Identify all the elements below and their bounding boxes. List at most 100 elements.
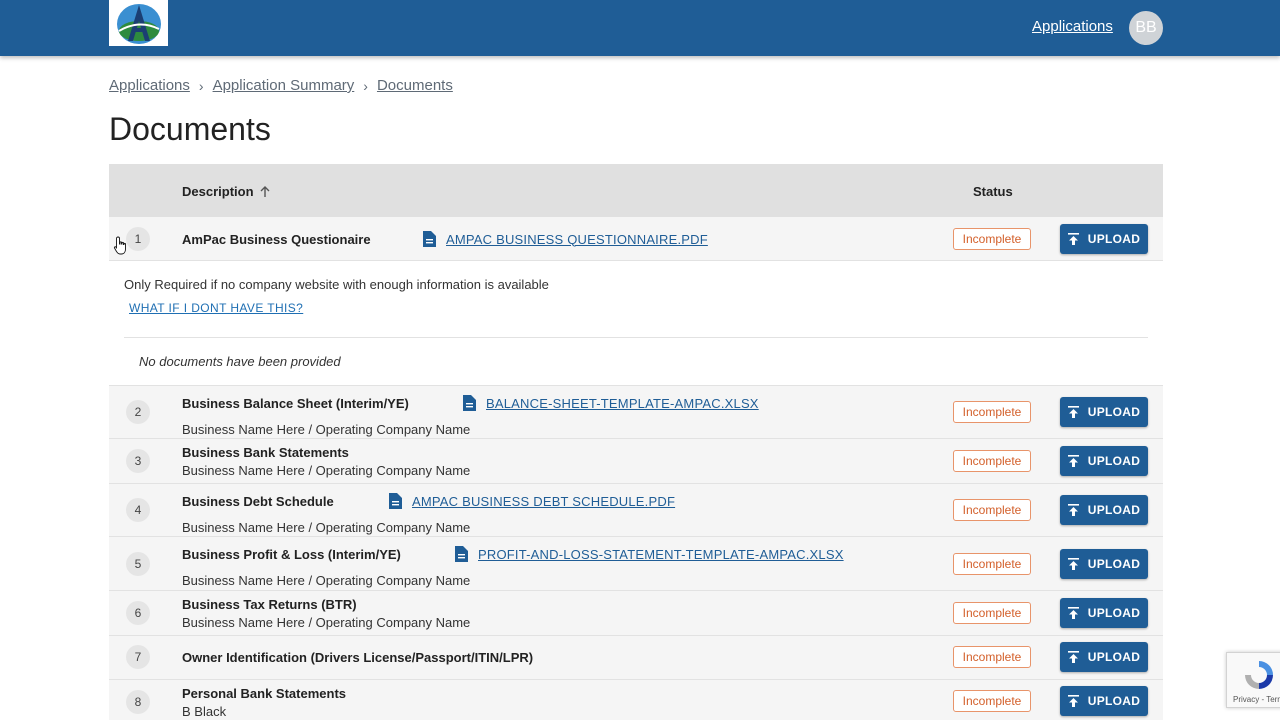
- document-title: Business Tax Returns (BTR): [182, 597, 357, 612]
- status-badge: Incomplete: [953, 553, 1031, 575]
- document-title: Personal Bank Statements: [182, 686, 347, 701]
- upload-icon: [1067, 607, 1079, 619]
- recaptcha-text: Privacy - Terms: [1233, 695, 1280, 704]
- recaptcha-icon: [1245, 661, 1273, 689]
- status-badge: Incomplete: [953, 499, 1031, 521]
- status-badge: Incomplete: [953, 401, 1031, 423]
- document-icon: [454, 546, 468, 562]
- page-title: Documents: [109, 111, 271, 147]
- table-row[interactable]: 4 Business Debt Schedule Business Name H…: [109, 484, 1163, 537]
- template-file-name: AMPAC BUSINESS QUESTIONNAIRE.PDF: [446, 231, 708, 247]
- breadcrumb: Applications › Application Summary › Doc…: [109, 77, 453, 94]
- column-header-description[interactable]: Description: [182, 184, 271, 199]
- upload-button[interactable]: UPLOAD: [1060, 224, 1148, 254]
- document-icon: [388, 493, 402, 509]
- upload-icon: [1067, 233, 1079, 245]
- document-subtitle: B Black: [182, 704, 227, 719]
- document-title: Business Bank Statements: [182, 445, 349, 460]
- document-title: AmPac Business Questionaire: [182, 232, 371, 247]
- status-badge: Incomplete: [953, 646, 1031, 668]
- upload-icon: [1067, 504, 1079, 516]
- document-subtitle: Business Name Here / Operating Company N…: [182, 520, 471, 535]
- hand-cursor-icon: [113, 236, 126, 255]
- status-badge: Incomplete: [953, 228, 1031, 250]
- recaptcha-badge[interactable]: Privacy - Terms: [1226, 652, 1280, 708]
- company-logo[interactable]: [109, 0, 168, 46]
- document-icon: [422, 231, 436, 247]
- top-app-bar: Applications BB: [0, 0, 1280, 56]
- upload-button[interactable]: UPLOAD: [1060, 495, 1148, 525]
- template-file-name: PROFIT-AND-LOSS-STATEMENT-TEMPLATE-AMPAC…: [478, 546, 844, 562]
- table-row[interactable]: 7 Owner Identification (Drivers License/…: [109, 636, 1163, 680]
- upload-icon: [1067, 558, 1079, 570]
- table-row[interactable]: 8 Personal Bank Statements B Black Incom…: [109, 680, 1163, 720]
- empty-documents-text: No documents have been provided: [139, 354, 341, 369]
- table-row[interactable]: 2 Business Balance Sheet (Interim/YE) Bu…: [109, 386, 1163, 439]
- upload-label: UPLOAD: [1087, 694, 1141, 708]
- document-icon: [462, 395, 476, 411]
- row-number: 3: [126, 449, 150, 473]
- arrow-up-icon: [260, 185, 270, 197]
- row-number: 6: [126, 601, 150, 625]
- document-title: Business Debt Schedule: [182, 494, 334, 509]
- row-number: 5: [126, 552, 150, 576]
- upload-label: UPLOAD: [1087, 454, 1141, 468]
- upload-icon: [1067, 455, 1079, 467]
- upload-label: UPLOAD: [1087, 650, 1141, 664]
- table-row[interactable]: 5 Business Profit & Loss (Interim/YE) Bu…: [109, 537, 1163, 591]
- table-row[interactable]: 1 AmPac Business Questionaire AMPAC BUSI…: [109, 217, 1163, 261]
- document-title: Business Balance Sheet (Interim/YE): [182, 396, 409, 411]
- row-number: 1: [126, 227, 150, 251]
- upload-icon: [1067, 406, 1079, 418]
- breadcrumb-applications[interactable]: Applications: [109, 77, 190, 94]
- table-row[interactable]: 6 Business Tax Returns (BTR) Business Na…: [109, 591, 1163, 636]
- upload-label: UPLOAD: [1087, 503, 1141, 517]
- document-subtitle: Business Name Here / Operating Company N…: [182, 463, 471, 478]
- template-file-link[interactable]: BALANCE-SHEET-TEMPLATE-AMPAC.XLSX: [462, 395, 759, 411]
- column-header-status: Status: [973, 184, 1013, 199]
- requirement-note: Only Required if no company website with…: [124, 277, 549, 292]
- upload-button[interactable]: UPLOAD: [1060, 549, 1148, 579]
- template-file-name: BALANCE-SHEET-TEMPLATE-AMPAC.XLSX: [486, 395, 759, 411]
- upload-button[interactable]: UPLOAD: [1060, 686, 1148, 716]
- template-file-link[interactable]: AMPAC BUSINESS QUESTIONNAIRE.PDF: [422, 231, 708, 247]
- help-link[interactable]: WHAT IF I DONT HAVE THIS?: [129, 301, 303, 315]
- applications-nav-link[interactable]: Applications: [1032, 18, 1113, 35]
- breadcrumb-application-summary[interactable]: Application Summary: [213, 77, 355, 94]
- row-number: 4: [126, 498, 150, 522]
- breadcrumb-separator: ›: [363, 77, 368, 94]
- row-number: 8: [126, 690, 150, 714]
- row-expanded-detail: Only Required if no company website with…: [109, 261, 1163, 386]
- template-file-link[interactable]: PROFIT-AND-LOSS-STATEMENT-TEMPLATE-AMPAC…: [454, 546, 844, 562]
- status-badge: Incomplete: [953, 602, 1031, 624]
- upload-button[interactable]: UPLOAD: [1060, 397, 1148, 427]
- documents-table: Description Status 1 AmPac Business Ques…: [109, 164, 1163, 720]
- logo-icon: [116, 4, 161, 44]
- document-subtitle: Business Name Here / Operating Company N…: [182, 615, 471, 630]
- upload-button[interactable]: UPLOAD: [1060, 446, 1148, 476]
- user-avatar[interactable]: BB: [1129, 11, 1163, 45]
- divider: [124, 337, 1148, 338]
- status-badge: Incomplete: [953, 690, 1031, 712]
- document-subtitle: Business Name Here / Operating Company N…: [182, 573, 471, 588]
- upload-button[interactable]: UPLOAD: [1060, 598, 1148, 628]
- table-header: Description Status: [109, 164, 1163, 217]
- template-file-name: AMPAC BUSINESS DEBT SCHEDULE.PDF: [412, 493, 676, 509]
- upload-icon: [1067, 651, 1079, 663]
- status-badge: Incomplete: [953, 450, 1031, 472]
- upload-label: UPLOAD: [1087, 405, 1141, 419]
- row-number: 7: [126, 645, 150, 669]
- table-row[interactable]: 3 Business Bank Statements Business Name…: [109, 439, 1163, 484]
- document-title: Business Profit & Loss (Interim/YE): [182, 547, 401, 562]
- column-header-description-label: Description: [182, 184, 254, 199]
- upload-label: UPLOAD: [1087, 557, 1141, 571]
- breadcrumb-separator: ›: [198, 77, 204, 94]
- row-number: 2: [126, 400, 150, 424]
- document-subtitle: Business Name Here / Operating Company N…: [182, 422, 471, 437]
- breadcrumb-documents[interactable]: Documents: [377, 77, 453, 94]
- document-title: Owner Identification (Drivers License/Pa…: [182, 650, 534, 665]
- template-file-link[interactable]: AMPAC BUSINESS DEBT SCHEDULE.PDF: [388, 493, 675, 509]
- upload-button[interactable]: UPLOAD: [1060, 642, 1148, 672]
- upload-label: UPLOAD: [1087, 606, 1141, 620]
- upload-label: UPLOAD: [1087, 232, 1141, 246]
